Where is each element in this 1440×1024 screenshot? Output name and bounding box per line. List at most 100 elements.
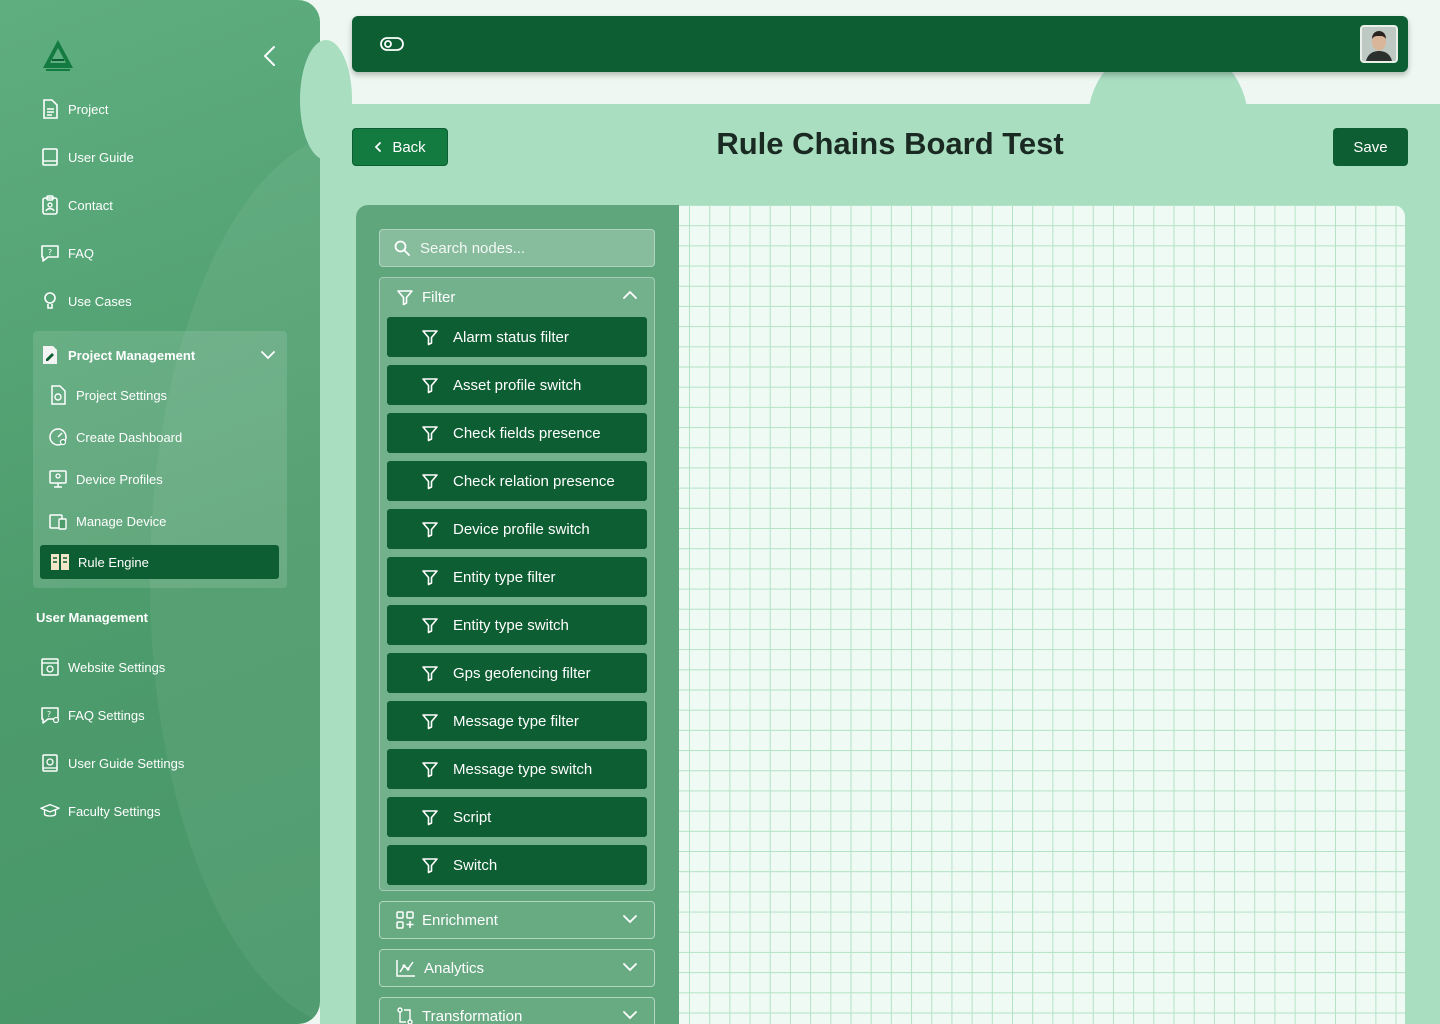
filter-icon bbox=[422, 474, 438, 490]
node-item[interactable]: Entity type filter bbox=[387, 557, 647, 597]
enrichment-group-toggle[interactable]: Enrichment bbox=[379, 901, 655, 939]
user-management-heading: User Management bbox=[36, 610, 148, 625]
node-item[interactable]: Asset profile switch bbox=[387, 365, 647, 405]
filter-group: Filter Alarm status filter Asset profile… bbox=[379, 277, 655, 891]
svg-text:?: ? bbox=[47, 710, 51, 719]
avatar[interactable] bbox=[1360, 25, 1398, 63]
top-bar bbox=[352, 16, 1408, 72]
user-avatar-icon bbox=[1362, 27, 1396, 61]
filter-icon bbox=[422, 426, 438, 442]
search-icon bbox=[394, 240, 410, 256]
nav-item-create-dashboard[interactable]: Create Dashboard bbox=[48, 424, 182, 450]
node-item[interactable]: Message type filter bbox=[387, 701, 647, 741]
document-icon bbox=[40, 99, 60, 119]
filter-icon bbox=[397, 290, 413, 306]
rule-chain-canvas[interactable] bbox=[679, 205, 1405, 1024]
filter-group-toggle[interactable]: Filter bbox=[380, 278, 654, 316]
nav-item-label: Rule Engine bbox=[78, 554, 149, 570]
back-button[interactable]: Back bbox=[352, 128, 448, 166]
analytics-group-toggle[interactable]: Analytics bbox=[379, 949, 655, 987]
nav-item-label: User Guide Settings bbox=[68, 755, 185, 771]
nav-item-label: Project bbox=[68, 101, 109, 117]
node-item[interactable]: Alarm status filter bbox=[387, 317, 647, 357]
chevron-left-icon bbox=[375, 142, 382, 152]
nav-item-user-guide-settings[interactable]: User Guide Settings bbox=[40, 750, 184, 776]
node-item[interactable]: Check relation presence bbox=[387, 461, 647, 501]
grid-plus-icon bbox=[396, 911, 414, 929]
project-management-label: Project Management bbox=[68, 347, 196, 363]
nav-item-label: Website Settings bbox=[68, 659, 166, 675]
chevron-up-icon bbox=[622, 290, 638, 300]
nav-item-user-guide[interactable]: User Guide bbox=[40, 144, 134, 170]
project-management-toggle[interactable]: Project Management bbox=[40, 342, 280, 368]
nav-item-label: Use Cases bbox=[68, 293, 132, 309]
nav-item-device-profiles[interactable]: Device Profiles bbox=[48, 466, 163, 492]
devices-icon bbox=[48, 511, 68, 531]
nav-item-project[interactable]: Project bbox=[40, 96, 108, 122]
save-button[interactable]: Save bbox=[1333, 128, 1408, 166]
nav-item-label: Device Profiles bbox=[76, 471, 163, 487]
node-label: Asset profile switch bbox=[453, 376, 582, 394]
nav-item-website-settings[interactable]: Website Settings bbox=[40, 654, 165, 680]
node-item[interactable]: Check fields presence bbox=[387, 413, 647, 453]
nav-item-label: Faculty Settings bbox=[68, 803, 161, 819]
theme-toggle-icon[interactable] bbox=[380, 36, 404, 52]
filter-icon bbox=[422, 666, 438, 682]
node-label: Check fields presence bbox=[453, 424, 601, 442]
node-item[interactable]: Gps geofencing filter bbox=[387, 653, 647, 693]
filter-icon bbox=[422, 378, 438, 394]
website-settings-icon bbox=[40, 657, 60, 677]
node-label: Entity type switch bbox=[453, 616, 569, 634]
filter-icon bbox=[422, 810, 438, 826]
project-management-icon bbox=[40, 345, 60, 365]
faq-bubble-icon: ? bbox=[40, 243, 60, 263]
node-item[interactable]: Device profile switch bbox=[387, 509, 647, 549]
node-label: Entity type filter bbox=[453, 568, 556, 586]
node-item[interactable]: Switch bbox=[387, 845, 647, 885]
node-label: Check relation presence bbox=[453, 472, 615, 490]
nav-item-contact[interactable]: Contact bbox=[40, 192, 113, 218]
transform-arrows-icon bbox=[397, 1007, 413, 1024]
transformation-group-toggle[interactable]: Transformation bbox=[379, 997, 655, 1024]
transformation-group-label: Transformation bbox=[422, 1007, 523, 1024]
svg-text:?: ? bbox=[48, 248, 52, 257]
filter-icon bbox=[422, 522, 438, 538]
nav-item-faq[interactable]: ? FAQ bbox=[40, 240, 94, 266]
filter-icon bbox=[422, 762, 438, 778]
node-label: Switch bbox=[453, 856, 498, 874]
node-item[interactable]: Entity type switch bbox=[387, 605, 647, 645]
back-button-label: Back bbox=[392, 138, 426, 156]
node-label: Script bbox=[453, 808, 492, 826]
node-item[interactable]: Message type switch bbox=[387, 749, 647, 789]
nav-item-label: FAQ Settings bbox=[68, 707, 145, 723]
guide-settings-icon bbox=[40, 753, 60, 773]
book-icon bbox=[40, 147, 60, 167]
node-palette: Filter Alarm status filter Asset profile… bbox=[356, 205, 679, 1024]
node-label: Message type filter bbox=[453, 712, 579, 730]
search-nodes-field[interactable] bbox=[379, 229, 655, 267]
nav-item-project-settings[interactable]: Project Settings bbox=[48, 382, 167, 408]
dashboard-gauge-icon bbox=[48, 427, 68, 447]
chevron-down-icon bbox=[260, 350, 276, 360]
nav-item-use-cases[interactable]: Use Cases bbox=[40, 288, 132, 314]
node-item[interactable]: Script bbox=[387, 797, 647, 837]
nav-item-faculty-settings[interactable]: Faculty Settings bbox=[40, 798, 161, 824]
contact-badge-icon bbox=[40, 195, 60, 215]
faq-settings-icon: ? bbox=[40, 705, 60, 725]
page-title: Rule Chains Board Test bbox=[716, 126, 1064, 161]
chevron-left-icon bbox=[263, 46, 275, 66]
collapse-sidebar-button[interactable] bbox=[260, 44, 280, 68]
search-nodes-input[interactable] bbox=[420, 239, 640, 257]
nav-item-rule-engine[interactable]: Rule Engine bbox=[40, 545, 279, 579]
nav-item-faq-settings[interactable]: ? FAQ Settings bbox=[40, 702, 145, 728]
node-label: Message type switch bbox=[453, 760, 593, 778]
sidebar: Project User Guide Contact ? FAQ Use Cas… bbox=[0, 0, 320, 1024]
chevron-down-icon bbox=[622, 1010, 638, 1020]
node-label: Gps geofencing filter bbox=[453, 664, 591, 682]
nav-item-manage-device[interactable]: Manage Device bbox=[48, 508, 166, 534]
rule-engine-icon bbox=[50, 552, 70, 572]
lightbulb-icon bbox=[40, 291, 60, 311]
nav-item-label: FAQ bbox=[68, 245, 95, 261]
chevron-down-icon bbox=[622, 914, 638, 924]
filter-icon bbox=[422, 330, 438, 346]
